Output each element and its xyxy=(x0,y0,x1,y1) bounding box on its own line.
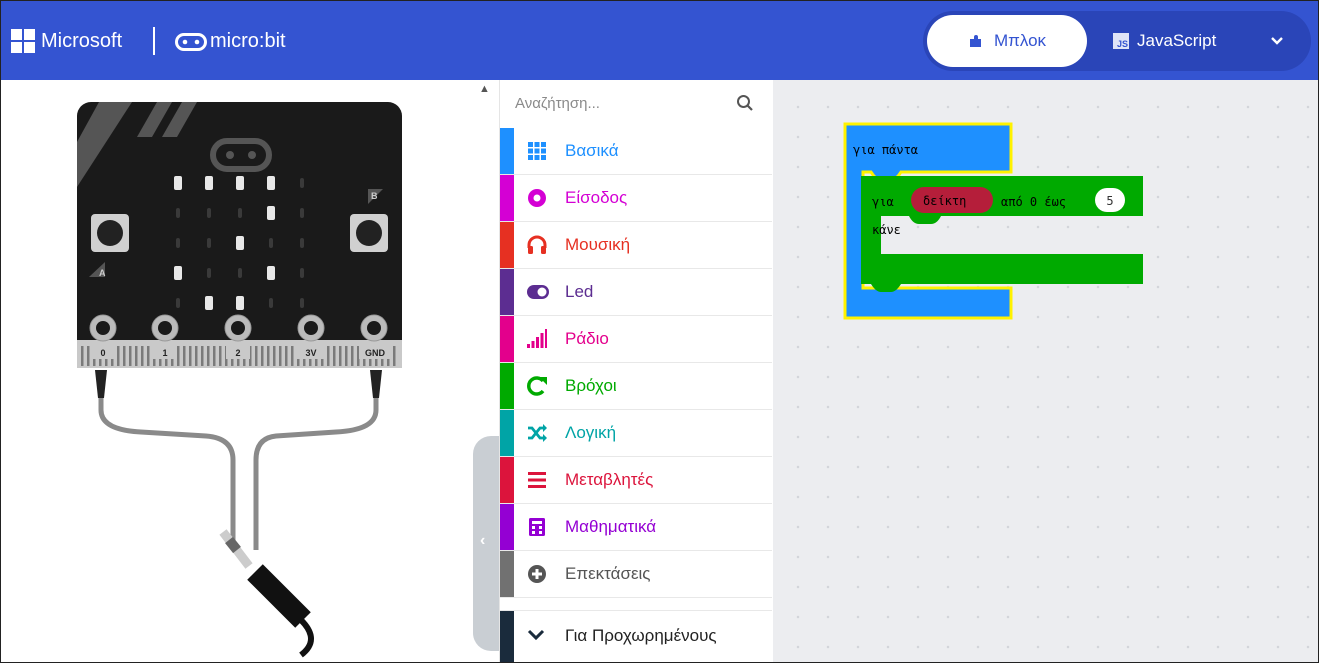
do-label: κάνε xyxy=(872,223,901,237)
simulator-panel: A B 0 1 2 3V GND xyxy=(1,80,473,662)
calculator-icon xyxy=(529,518,545,536)
category-label: Μαθηματικά xyxy=(565,517,657,536)
category-variables[interactable]: Μεταβλητές xyxy=(500,457,772,504)
advanced-label: Για Προχωρημένους xyxy=(565,626,717,645)
chevron-down-icon[interactable] xyxy=(1269,33,1285,49)
shuffle-icon xyxy=(528,424,547,442)
app-window: Microsoft micro:bit Μπλοκ JS JavaScript xyxy=(0,0,1319,663)
for-loop-block[interactable]: για δείκτη από 0 έως 5 κάνε xyxy=(861,176,1143,292)
blocks-workspace[interactable]: για πάντα για δείκτη από 0 έως 5 κάνε xyxy=(773,80,1318,662)
for-label: για xyxy=(872,195,894,209)
grid-icon xyxy=(528,142,546,160)
microsoft-brand[interactable]: Microsoft xyxy=(41,30,122,53)
category-label: Είσοδος xyxy=(565,188,628,207)
headphone-cable xyxy=(95,370,382,658)
category-extensions[interactable]: Επεκτάσεις xyxy=(500,551,772,598)
chevron-left-icon: ‹ xyxy=(480,532,486,549)
search-input[interactable]: Αναζήτηση... xyxy=(515,95,600,112)
microbit-logo-icon xyxy=(175,33,207,51)
list-icon xyxy=(528,472,546,488)
category-label: Επεκτάσεις xyxy=(565,564,651,583)
category-label: Μουσική xyxy=(565,235,631,254)
category-input[interactable]: Είσοδος xyxy=(500,175,772,222)
category-led[interactable]: Led xyxy=(500,269,772,316)
microbit-brand[interactable]: micro:bit xyxy=(210,30,286,53)
tab-blocks[interactable]: Μπλοκ xyxy=(927,15,1087,67)
headphones-icon xyxy=(527,235,547,254)
collapse-simulator-button[interactable]: ‹ xyxy=(473,436,499,651)
search-box[interactable]: Αναζήτηση... xyxy=(500,80,772,128)
microsoft-logo-icon xyxy=(11,29,35,53)
category-radio[interactable]: Ράδιο xyxy=(500,316,772,363)
brand-divider xyxy=(153,27,155,55)
search-icon[interactable] xyxy=(736,94,754,112)
end-value: 5 xyxy=(1106,194,1113,208)
category-label: Βασικά xyxy=(565,141,619,160)
toggle-icon xyxy=(527,285,549,299)
javascript-icon: JS xyxy=(1113,33,1129,49)
category-label: Βρόχοι xyxy=(565,376,617,395)
category-math[interactable]: Μαθηματικά xyxy=(500,504,772,551)
advanced-toggle[interactable]: Για Προχωρημένους xyxy=(500,610,772,662)
forever-label: για πάντα xyxy=(853,143,918,157)
category-loops[interactable]: Βρόχοι xyxy=(500,363,772,410)
headphone-jack xyxy=(219,529,314,658)
code-blocks: για πάντα για δείκτη από 0 έως 5 κάνε xyxy=(843,122,1143,320)
signal-icon xyxy=(527,329,547,348)
category-label: Ράδιο xyxy=(565,329,609,348)
tab-javascript[interactable]: JS JavaScript xyxy=(1113,15,1253,67)
category-basic[interactable]: Βασικά xyxy=(500,128,772,175)
refresh-icon xyxy=(527,376,547,396)
category-music[interactable]: Μουσική xyxy=(500,222,772,269)
header-bar: Microsoft micro:bit Μπλοκ JS JavaScript xyxy=(1,1,1318,80)
tab-blocks-label: Μπλοκ xyxy=(993,31,1047,50)
range-label: από 0 έως xyxy=(1001,195,1066,209)
chevron-down-icon xyxy=(527,629,545,641)
category-label: Μεταβλητές xyxy=(565,470,654,489)
circle-icon xyxy=(528,189,546,207)
category-logic[interactable]: Λογική xyxy=(500,410,772,457)
plus-circle-icon xyxy=(528,565,546,583)
toolbox: Αναζήτηση... Βασικά Είσοδος Μουσική Led … xyxy=(499,80,772,662)
scroll-up-icon[interactable]: ▲ xyxy=(479,83,490,95)
category-label: Λογική xyxy=(565,423,617,442)
category-label: Led xyxy=(565,282,594,301)
puzzle-icon xyxy=(969,35,981,47)
variable-label: δείκτη xyxy=(923,194,966,208)
tab-javascript-label: JavaScript xyxy=(1137,31,1217,50)
editor-switcher: Μπλοκ JS JavaScript xyxy=(923,11,1311,71)
